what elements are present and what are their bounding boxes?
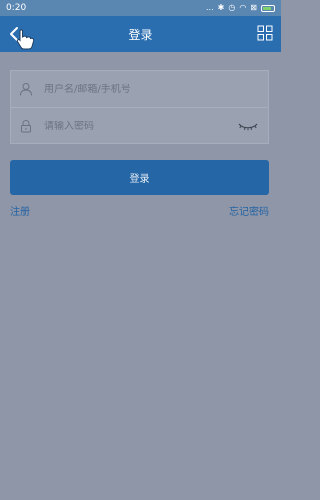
more-dots-icon: ... [205,3,214,12]
status-icons: ... ✱ ◷ ◠ ⊠ [206,0,275,16]
eye-closed-icon[interactable] [237,119,259,133]
battery-fill [263,6,272,10]
username-row [11,71,268,107]
alarm-icon: ◷ [228,3,236,12]
lock-icon [21,119,31,133]
wifi-icon: ◠ [239,3,247,12]
status-time: 0:20 [6,3,27,13]
back-button[interactable] [6,22,42,50]
battery-icon [261,4,275,12]
grid-icon[interactable] [257,25,273,41]
username-input[interactable] [44,83,234,95]
status-bar: 0:20 ... ✱ ◷ ◠ ⊠ [0,0,281,16]
password-input[interactable] [44,120,234,132]
bluetooth-icon: ✱ [217,3,225,12]
sim-icon: ⊠ [250,3,257,12]
title-bar: 登录 [0,16,281,52]
page-title: 登录 [128,27,153,42]
register-link[interactable]: 注册 [10,203,30,218]
password-row [11,108,268,144]
login-button[interactable]: 登录 [10,160,269,195]
login-form [10,70,269,144]
back-arrow-icon [10,27,35,50]
forgot-password-link[interactable]: 忘记密码 [229,203,269,218]
user-icon [20,83,32,96]
